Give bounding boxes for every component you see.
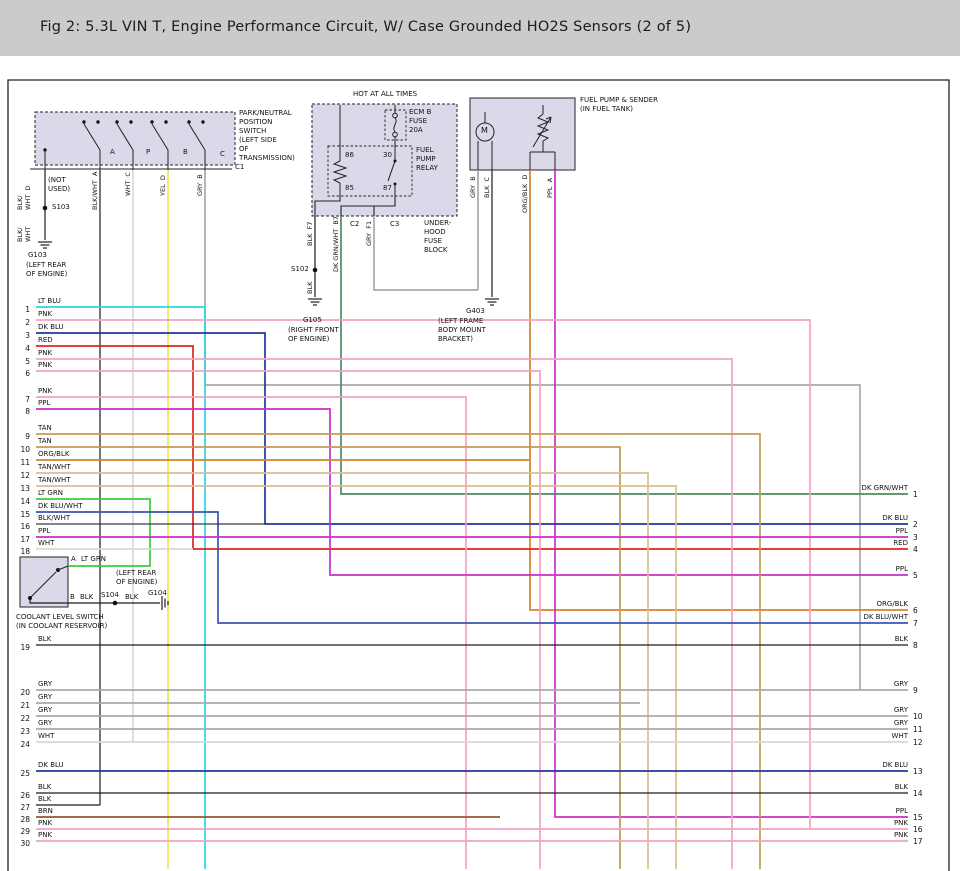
left-wire-label: PNK (38, 349, 52, 358)
right-wire-number: 10 (913, 712, 929, 721)
right-wire-label: RED (788, 539, 908, 548)
left-wire-number: 14 (14, 497, 30, 506)
left-wire-label: PPL (38, 399, 50, 408)
right-wire-number: 9 (913, 686, 929, 695)
left-wire-number: 6 (14, 369, 30, 378)
right-wire-label: DK BLU (788, 514, 908, 523)
right-wire-number: 8 (913, 641, 929, 650)
right-wire-label: PPL (788, 807, 908, 816)
right-wire-label: DK BLU/WHT (788, 613, 908, 622)
right-wire-number: 15 (913, 813, 929, 822)
right-wire-label: PNK (788, 819, 908, 828)
right-wire-number: 1 (913, 490, 929, 499)
left-wire-number: 20 (14, 688, 30, 697)
right-wire-number: 2 (913, 520, 929, 529)
left-wire-number: 3 (14, 331, 30, 340)
left-wire-number: 4 (14, 344, 30, 353)
right-wire-label: BLK (788, 635, 908, 644)
left-wire-label: WHT (38, 732, 54, 741)
left-wire-number: 16 (14, 522, 30, 531)
right-wire-label: DK GRN/WHT (788, 484, 908, 493)
left-wire-label: TAN (38, 424, 52, 433)
left-wire-label: PNK (38, 819, 52, 828)
right-wire-label: PPL (788, 527, 908, 536)
left-wire-number: 5 (14, 357, 30, 366)
left-wire-number: 24 (14, 740, 30, 749)
left-wire-label: WHT (38, 539, 54, 548)
right-wire-number: 17 (913, 837, 929, 846)
right-wire-number: 5 (913, 571, 929, 580)
left-wire-number: 8 (14, 407, 30, 416)
left-wire-number: 1 (14, 305, 30, 314)
right-wire-number: 13 (913, 767, 929, 776)
right-wire-number: 7 (913, 619, 929, 628)
left-wire-label: GRY (38, 693, 52, 702)
right-wire-label: GRY (788, 719, 908, 728)
left-wire-label: DK BLU/WHT (38, 502, 83, 511)
left-wire-label: LT GRN (38, 489, 63, 498)
left-wire-number: 19 (14, 643, 30, 652)
right-wire-number: 6 (913, 606, 929, 615)
left-wire-label: LT BLU (38, 297, 61, 306)
left-wire-number: 26 (14, 791, 30, 800)
left-wire-label: BRN (38, 807, 53, 816)
left-wire-label: DK BLU (38, 323, 64, 332)
right-wire-label: WHT (788, 732, 908, 741)
left-wire-number: 21 (14, 701, 30, 710)
left-wire-number: 2 (14, 318, 30, 327)
right-wire-number: 16 (913, 825, 929, 834)
left-wire-label: PNK (38, 831, 52, 840)
left-wire-label: PPL (38, 527, 50, 536)
left-wire-number: 22 (14, 714, 30, 723)
left-wire-label: GRY (38, 680, 52, 689)
left-wire-number: 29 (14, 827, 30, 836)
left-wire-number: 9 (14, 432, 30, 441)
right-wire-label: PPL (788, 565, 908, 574)
right-wire-number: 11 (913, 725, 929, 734)
left-wire-label: BLK (38, 795, 51, 804)
left-wire-label: GRY (38, 706, 52, 715)
left-wire-number: 18 (14, 547, 30, 556)
left-wire-number: 12 (14, 471, 30, 480)
left-wire-label: BLK/WHT (38, 514, 70, 523)
left-wire-number: 30 (14, 839, 30, 848)
right-wire-label: BLK (788, 783, 908, 792)
right-wire-number: 12 (913, 738, 929, 747)
screenshot-root: Fig 2: 5.3L VIN T, Engine Performance Ci… (0, 0, 960, 871)
left-wire-number: 23 (14, 727, 30, 736)
left-wire-label: ORG/BLK (38, 450, 69, 459)
left-wire-number: 7 (14, 395, 30, 404)
left-wire-number: 10 (14, 445, 30, 454)
right-wire-label: ORG/BLK (788, 600, 908, 609)
right-wire-label: GRY (788, 706, 908, 715)
right-wire-label: PNK (788, 831, 908, 840)
left-wire-label: PNK (38, 361, 52, 370)
left-wire-label: TAN (38, 437, 52, 446)
wire-labels-layer: LT BLU 1 PNK 2 DK BLU 3 RED 4 PNK 5 PNK 6 PNK 7 PPL 8 TA… (0, 0, 960, 871)
left-wire-label: RED (38, 336, 53, 345)
left-wire-number: 15 (14, 510, 30, 519)
right-wire-label: DK BLU (788, 761, 908, 770)
left-wire-label: TAN/WHT (38, 463, 71, 472)
left-wire-number: 17 (14, 535, 30, 544)
left-wire-number: 13 (14, 484, 30, 493)
left-wire-label: PNK (38, 387, 52, 396)
left-wire-label: BLK (38, 635, 51, 644)
left-wire-label: BLK (38, 783, 51, 792)
left-wire-label: GRY (38, 719, 52, 728)
left-wire-label: DK BLU (38, 761, 64, 770)
left-wire-number: 27 (14, 803, 30, 812)
right-wire-number: 4 (913, 545, 929, 554)
left-wire-label: TAN/WHT (38, 476, 71, 485)
left-wire-number: 28 (14, 815, 30, 824)
right-wire-number: 14 (913, 789, 929, 798)
left-wire-number: 11 (14, 458, 30, 467)
right-wire-number: 3 (913, 533, 929, 542)
left-wire-number: 25 (14, 769, 30, 778)
left-wire-label: PNK (38, 310, 52, 319)
right-wire-label: GRY (788, 680, 908, 689)
